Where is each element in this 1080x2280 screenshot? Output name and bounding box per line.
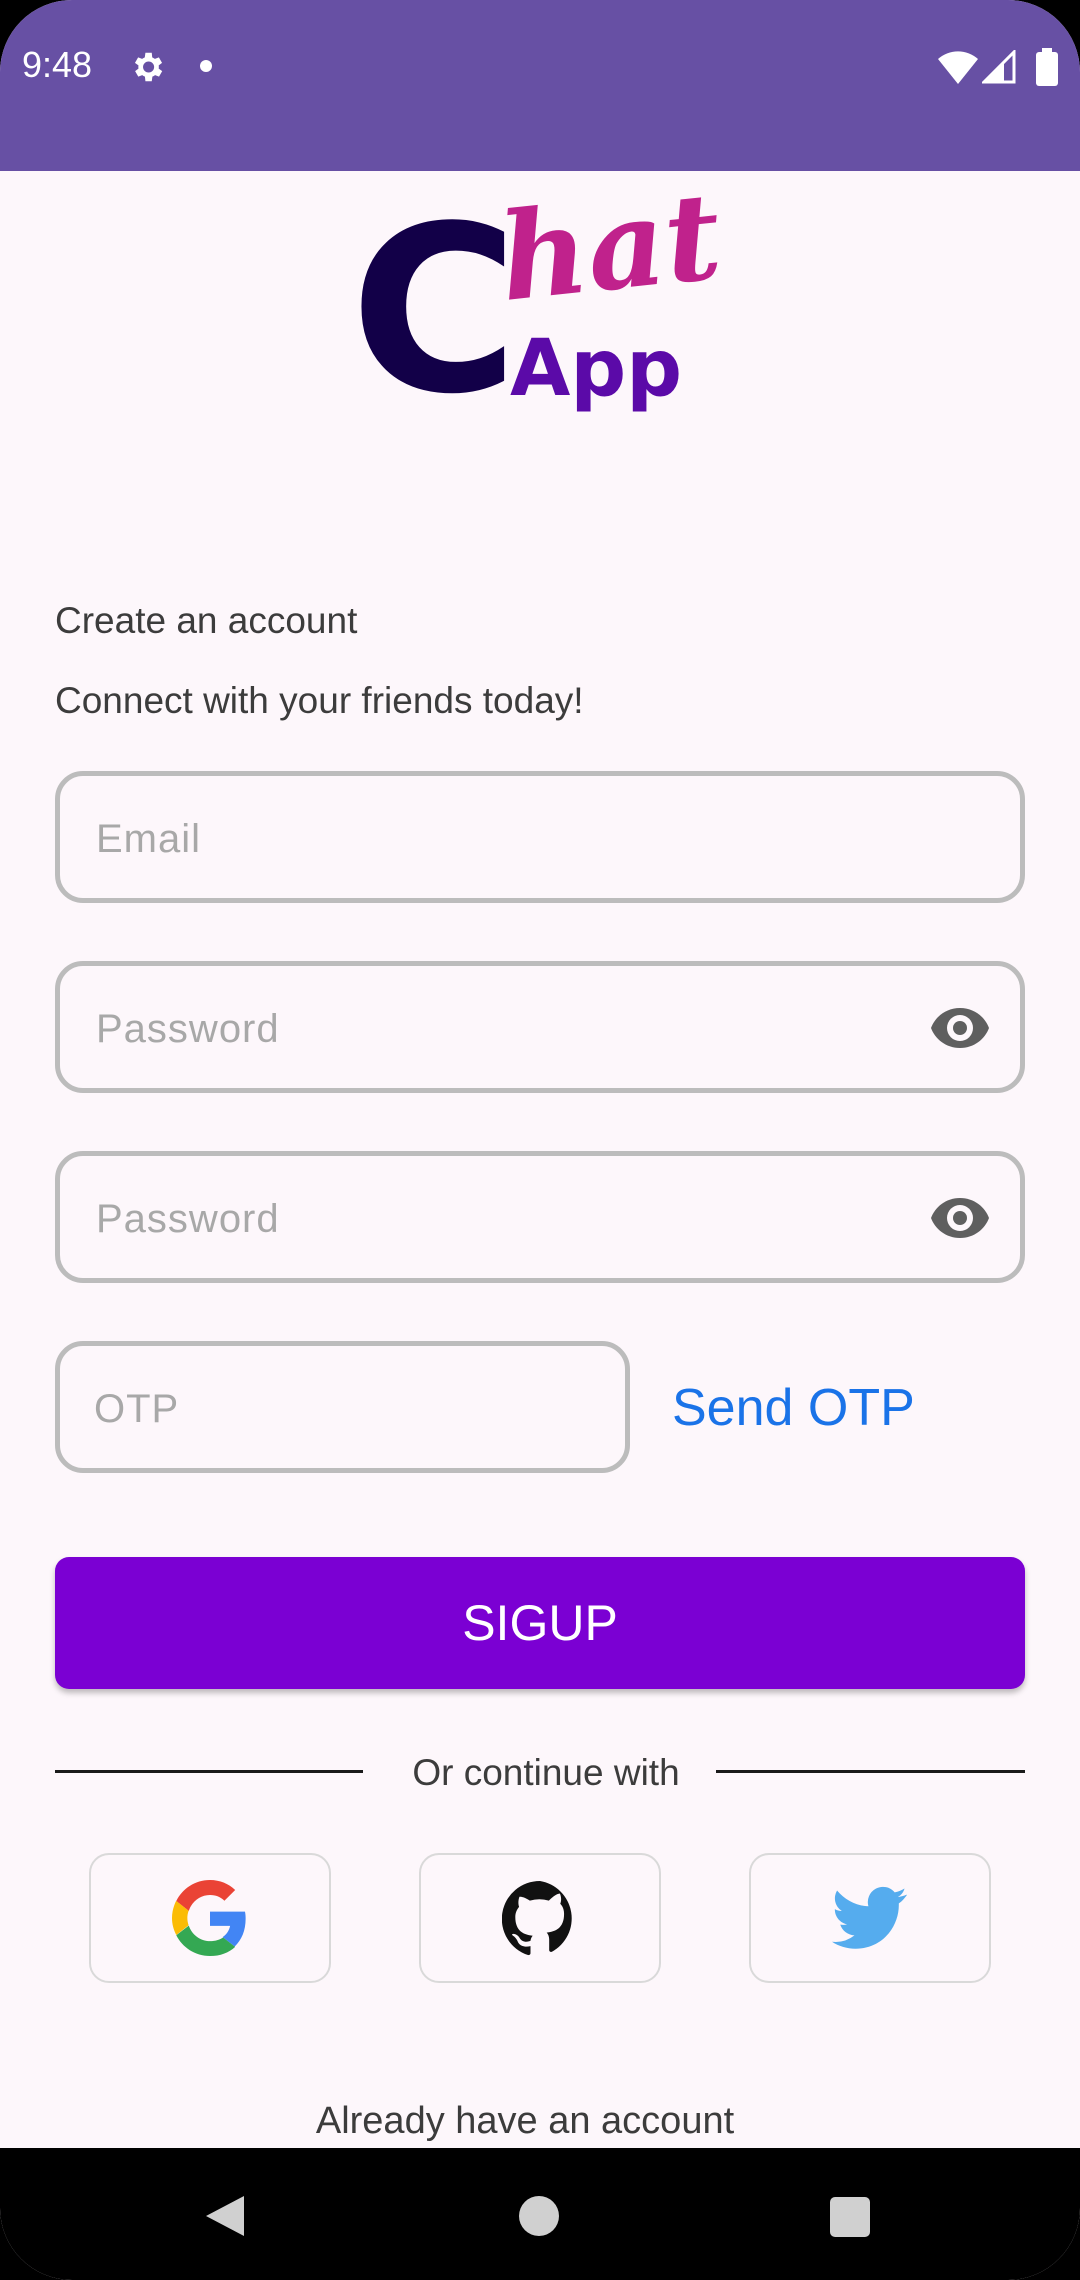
logo-c: C bbox=[350, 190, 519, 415]
email-placeholder: Email bbox=[96, 817, 202, 861]
password-placeholder: Password bbox=[96, 1007, 280, 1051]
home-icon[interactable] bbox=[519, 2196, 559, 2236]
chat-app-logo: C hat App bbox=[350, 190, 727, 415]
status-time: 9:48 bbox=[22, 44, 93, 85]
wifi-icon bbox=[938, 51, 978, 84]
gear-icon bbox=[134, 52, 163, 82]
back-icon[interactable] bbox=[204, 2194, 246, 2238]
page-subtitle: Connect with your friends today! bbox=[55, 680, 584, 721]
email-field[interactable]: Email bbox=[55, 771, 1025, 903]
otp-placeholder: OTP bbox=[94, 1387, 180, 1431]
recent-apps-icon[interactable] bbox=[830, 2197, 870, 2237]
twitter-login-button[interactable] bbox=[749, 1853, 991, 1983]
signup-button[interactable]: SIGUP bbox=[55, 1557, 1025, 1689]
send-otp-button[interactable]: Send OTP bbox=[672, 1378, 915, 1438]
app-screen: 9:48 C hat App Create an account Connect… bbox=[0, 0, 1080, 2280]
signal-icon bbox=[982, 50, 1016, 84]
github-login-button[interactable] bbox=[419, 1853, 661, 1983]
notification-dot-icon bbox=[200, 60, 212, 72]
password-field[interactable]: Password bbox=[55, 961, 1025, 1093]
system-nav-bar bbox=[0, 2148, 1080, 2280]
google-login-button[interactable] bbox=[89, 1853, 331, 1983]
logo-hat: hat bbox=[493, 190, 727, 329]
confirm-password-field[interactable]: Password bbox=[55, 1151, 1025, 1283]
otp-field[interactable]: OTP bbox=[55, 1341, 630, 1473]
divider-right bbox=[716, 1770, 1025, 1773]
login-prompt[interactable]: Already have an account bbox=[0, 2100, 1050, 2143]
github-icon bbox=[502, 1880, 572, 1956]
google-icon bbox=[172, 1880, 246, 1956]
divider-label: Or continue with bbox=[412, 1752, 680, 1793]
page-title: Create an account bbox=[55, 600, 358, 641]
logo-app: App bbox=[510, 324, 682, 414]
show-confirm-password-eye-icon[interactable] bbox=[930, 1196, 990, 1240]
show-password-eye-icon[interactable] bbox=[930, 1006, 990, 1050]
twitter-icon bbox=[832, 1886, 907, 1949]
confirm-password-placeholder: Password bbox=[96, 1197, 280, 1241]
battery-icon bbox=[1036, 48, 1058, 86]
status-bar: 9:48 bbox=[0, 0, 1080, 171]
